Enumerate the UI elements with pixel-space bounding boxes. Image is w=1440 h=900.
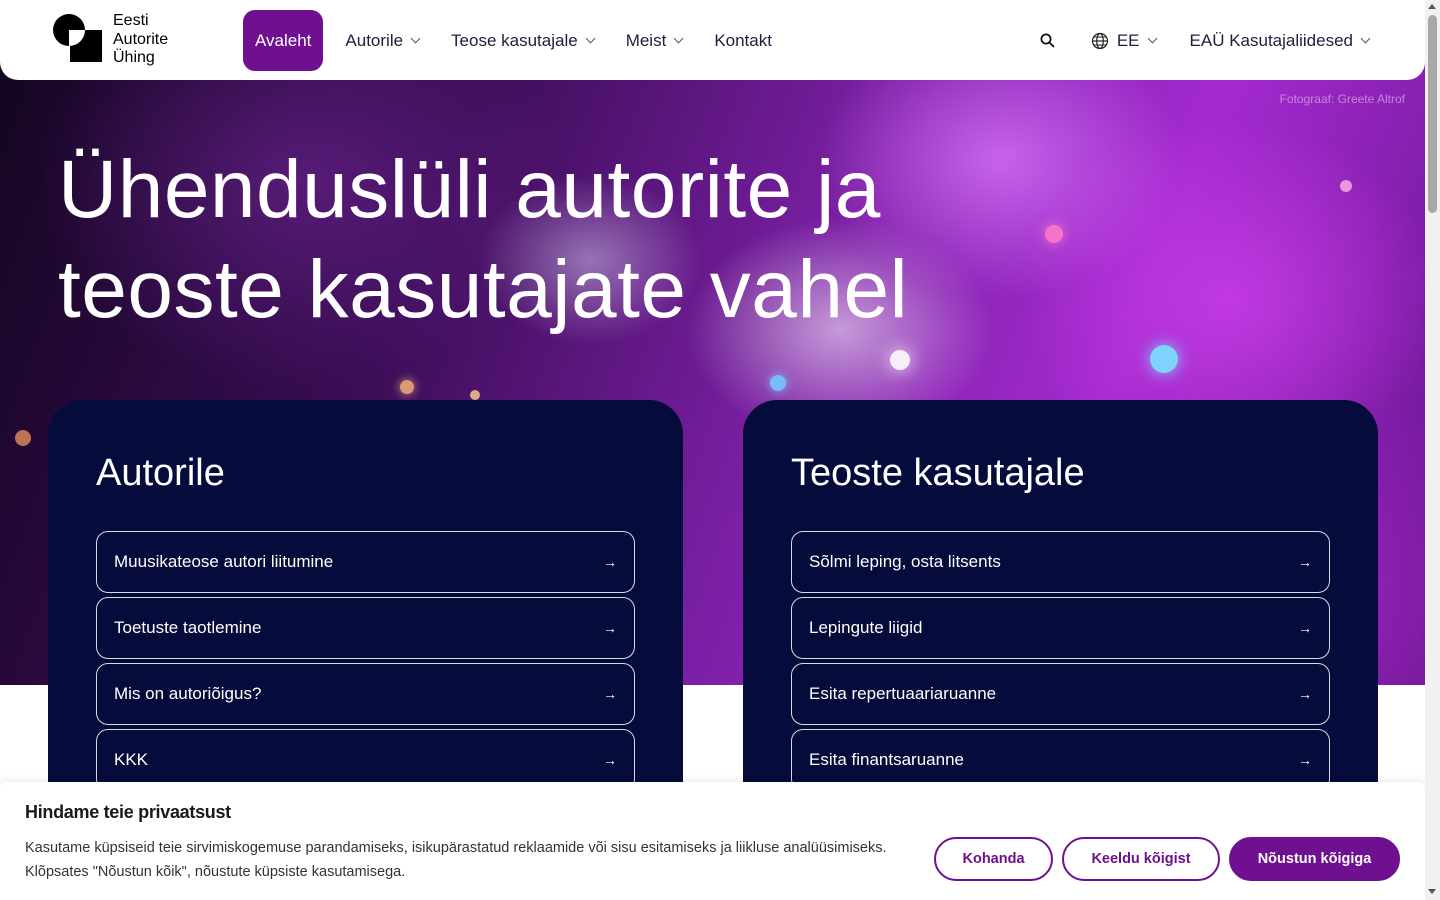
arrow-right-icon: → bbox=[603, 752, 617, 768]
nav-item-avaleht[interactable]: Avaleht bbox=[243, 10, 324, 71]
nav-label: Teose kasutajale bbox=[451, 30, 578, 50]
card-link-label: Sõlmi leping, osta litsents bbox=[809, 552, 1001, 571]
nav-label: Kontakt bbox=[714, 30, 772, 50]
card-link-label: Lepingute liigid bbox=[809, 618, 923, 637]
arrow-right-icon: → bbox=[1298, 752, 1312, 768]
card-link[interactable]: Esita repertuaariaruanne → bbox=[791, 663, 1330, 725]
nav-item-autorile[interactable]: Autorile bbox=[345, 10, 421, 71]
card-title: Teoste kasutajale bbox=[791, 452, 1085, 494]
customize-button[interactable]: Kohanda bbox=[934, 837, 1053, 881]
chevron-down-icon bbox=[673, 33, 684, 43]
card-link[interactable]: Toetuste taotlemine → bbox=[96, 597, 635, 659]
nav-item-kontakt[interactable]: Kontakt bbox=[714, 10, 772, 71]
logo-mark-icon bbox=[53, 14, 102, 62]
card-link-label: Mis on autoriõigus? bbox=[114, 684, 262, 703]
accept-all-button[interactable]: Nõustun kõigiga bbox=[1229, 837, 1400, 881]
nav-label: Autorile bbox=[345, 30, 404, 50]
cookie-text: Kasutame küpsiseid teie sirvimiskogemuse… bbox=[25, 836, 925, 884]
hero-title: Ühenduslüli autorite ja teoste kasutajat… bbox=[58, 140, 1058, 340]
nav-label: Avaleht bbox=[255, 30, 312, 50]
arrow-right-icon: → bbox=[603, 554, 617, 570]
card-link[interactable]: Mis on autoriõigus? → bbox=[96, 663, 635, 725]
cookie-actions: Kohanda Keeldu kõigist Nõustun kõigiga bbox=[925, 837, 1400, 881]
scroll-up-icon[interactable] bbox=[1428, 4, 1436, 9]
reject-all-button[interactable]: Keeldu kõigist bbox=[1062, 837, 1220, 881]
chevron-down-icon bbox=[1147, 33, 1157, 43]
chevron-down-icon bbox=[1360, 33, 1371, 43]
search-icon bbox=[1040, 33, 1055, 48]
language-selector[interactable]: EE bbox=[1091, 30, 1157, 51]
arrow-right-icon: → bbox=[1298, 620, 1312, 636]
site-header: Eesti Autorite Ühing Avaleht Autorile Te… bbox=[0, 0, 1425, 80]
nav-item-meist[interactable]: Meist bbox=[625, 10, 684, 71]
card-links: Sõlmi leping, osta litsents → Lepingute … bbox=[791, 531, 1330, 795]
logo-line: Ühing bbox=[113, 49, 155, 66]
card-autorile: Autorile Muusikateose autori liitumine →… bbox=[48, 400, 683, 820]
arrow-right-icon: → bbox=[1298, 686, 1312, 702]
nav-item-teose-kasutajale[interactable]: Teose kasutajale bbox=[451, 10, 596, 71]
chevron-down-icon bbox=[585, 33, 596, 43]
stage-light bbox=[890, 350, 910, 370]
card-link[interactable]: Sõlmi leping, osta litsents → bbox=[791, 531, 1330, 593]
chevron-down-icon bbox=[410, 33, 421, 43]
logo-line: Eesti bbox=[113, 12, 149, 29]
cookie-banner: Hindame teie privaatsust Kasutame küpsis… bbox=[0, 782, 1425, 900]
card-link-label: KKK bbox=[114, 750, 149, 769]
stage-light bbox=[470, 390, 480, 400]
stage-light bbox=[770, 375, 786, 391]
card-teoste-kasutajale: Teoste kasutajale Sõlmi leping, osta lit… bbox=[743, 400, 1378, 820]
scrollbar-thumb[interactable] bbox=[1428, 15, 1437, 213]
hero-title-line: teoste kasutajate vahel bbox=[58, 244, 909, 335]
logo-text: Eesti Autorite Ühing bbox=[113, 12, 168, 68]
stage-light bbox=[400, 380, 414, 394]
logo-line: Autorite bbox=[113, 30, 169, 48]
language-label: EE bbox=[1116, 30, 1140, 50]
header-utilities: EE EAÜ Kasutajaliidesed bbox=[1033, 10, 1371, 71]
search-button[interactable] bbox=[1033, 26, 1063, 56]
arrow-right-icon: → bbox=[1298, 554, 1312, 570]
cookie-text-line: Klõpsates "Nõustun kõik", nõustute küpsi… bbox=[25, 864, 406, 880]
stage-light bbox=[15, 430, 31, 446]
photo-credit: Fotograaf: Greete Altrof bbox=[1279, 92, 1405, 106]
card-link-label: Toetuste taotlemine bbox=[114, 618, 262, 637]
card-link[interactable]: Muusikateose autori liitumine → bbox=[96, 531, 635, 593]
arrow-right-icon: → bbox=[603, 620, 617, 636]
cookie-text-line: Kasutame küpsiseid teie sirvimiskogemuse… bbox=[25, 840, 887, 856]
scroll-down-icon[interactable] bbox=[1428, 889, 1436, 894]
card-link-label: Esita repertuaariaruanne bbox=[809, 684, 997, 703]
cookie-title: Hindame teie privaatsust bbox=[25, 802, 231, 822]
card-link-label: Esita finantsaruanne bbox=[809, 750, 964, 769]
nav-label: Meist bbox=[625, 30, 667, 50]
card-link-label: Muusikateose autori liitumine bbox=[114, 552, 334, 571]
portal-label: EAÜ Kasutajaliidesed bbox=[1189, 30, 1353, 50]
logo[interactable]: Eesti Autorite Ühing bbox=[52, 12, 182, 68]
card-links: Muusikateose autori liitumine → Toetuste… bbox=[96, 531, 635, 795]
stage-light bbox=[1340, 180, 1352, 192]
page-scrollbar[interactable] bbox=[1425, 0, 1440, 900]
portal-menu[interactable]: EAÜ Kasutajaliidesed bbox=[1189, 30, 1371, 51]
globe-icon bbox=[1091, 32, 1108, 49]
arrow-right-icon: → bbox=[603, 686, 617, 702]
stage-light bbox=[1150, 345, 1178, 373]
card-title: Autorile bbox=[96, 452, 225, 494]
card-link[interactable]: Lepingute liigid → bbox=[791, 597, 1330, 659]
hero-title-line: Ühenduslüli autorite ja bbox=[58, 144, 881, 235]
main-nav: Avaleht Autorile Teose kasutajale Meist … bbox=[243, 10, 804, 71]
